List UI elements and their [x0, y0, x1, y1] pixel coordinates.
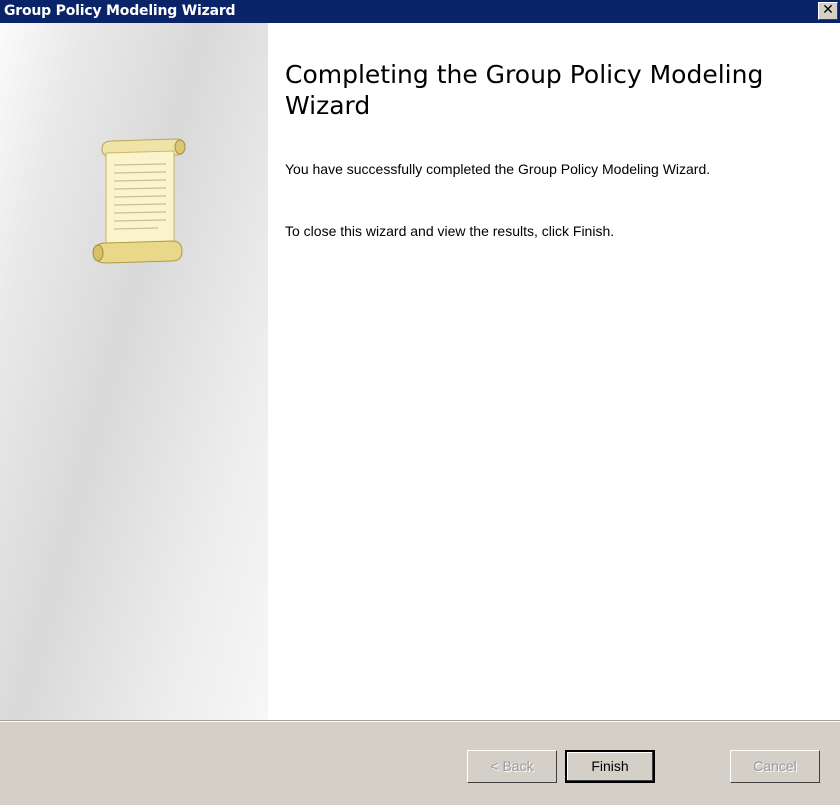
close-icon: ✕	[822, 2, 834, 18]
wizard-content: Completing the Group Policy Modeling Wiz…	[268, 23, 840, 720]
instruction-message: To close this wizard and view the result…	[285, 223, 615, 239]
finish-button[interactable]: Finish	[565, 750, 655, 783]
back-button[interactable]: < Back	[467, 750, 557, 783]
wizard-side-panel	[0, 23, 268, 720]
cancel-button[interactable]: Cancel	[730, 750, 820, 783]
button-bar: < Back Finish Cancel	[0, 722, 840, 805]
close-button[interactable]: ✕	[818, 2, 838, 20]
title-bar[interactable]: Group Policy Modeling Wizard ✕	[0, 0, 840, 23]
scroll-icon	[92, 138, 186, 264]
window-title: Group Policy Modeling Wizard	[4, 3, 236, 19]
page-title: Completing the Group Policy Modeling Wiz…	[285, 60, 764, 120]
completion-message: You have successfully completed the Grou…	[285, 161, 711, 177]
